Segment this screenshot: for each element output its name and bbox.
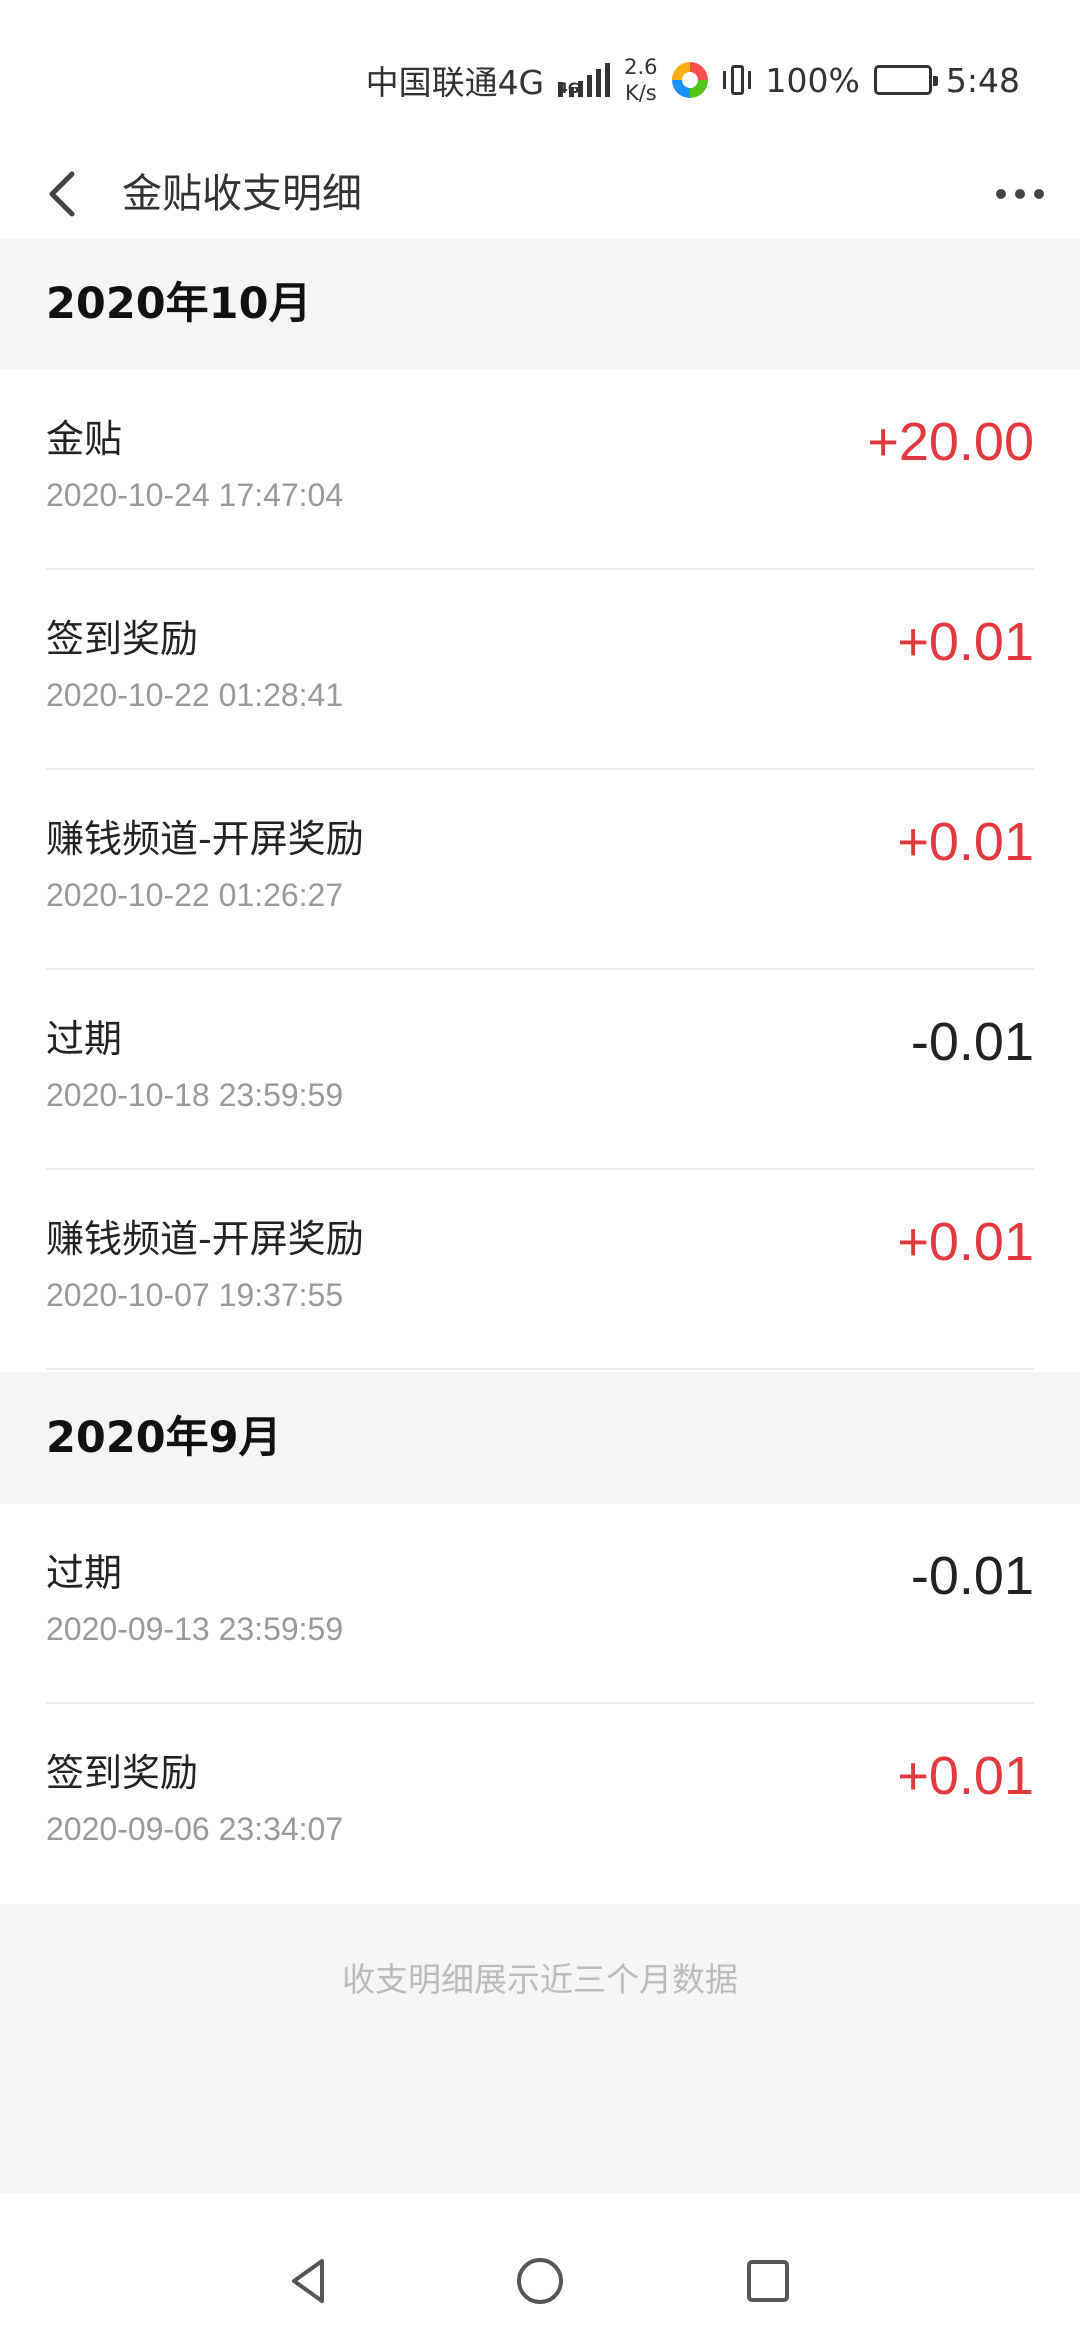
app-header: 金贴收支明细 [0,150,1080,238]
record-amount: +0.01 [897,1746,1034,1806]
record-amount: +20.00 [867,412,1034,472]
nav-recent-button[interactable] [730,2248,806,2314]
network-badge: 4G [558,82,579,97]
nav-home-icon [517,2258,563,2304]
month-label: 2020年9月 [46,1413,282,1463]
month-header: 2020年9月 [0,1372,1080,1504]
net-speed-unit: K/s [624,81,657,105]
clock: 5:48 [945,60,1020,100]
battery-icon [873,65,938,95]
record-row[interactable]: 签到奖励 2020-09-06 23:34:07 +0.01 [0,1704,1080,1904]
app-icon [671,62,708,98]
record-title: 金贴 [46,417,123,461]
signal-icon: 4G [558,63,611,97]
record-title: 过期 [46,1551,123,1595]
record-row[interactable]: 金贴 2020-10-24 17:47:04 +20.00 [0,370,1080,570]
page: 中国联通4G 4G 2.6 K/s 100% 5:48 金贴收支明细 [0,0,1080,2340]
nav-home-button[interactable] [502,2248,578,2314]
record-time: 2020-10-22 01:26:27 [46,877,344,913]
footer-area: 收支明细展示近三个月数据 [0,1904,1080,2194]
record-amount: +0.01 [897,612,1034,672]
status-right: 中国联通4G 4G 2.6 K/s 100% 5:48 [366,52,1020,108]
page-title: 金贴收支明细 [122,171,362,217]
nav-back-button[interactable] [272,2248,348,2314]
record-time: 2020-10-22 01:28:41 [46,677,344,713]
record-title: 赚钱频道-开屏奖励 [46,817,364,861]
more-dot [1015,189,1025,199]
record-amount: -0.01 [910,1546,1034,1606]
footer-note: 收支明细展示近三个月数据 [342,1960,738,1999]
record-amount: +0.01 [897,1212,1034,1272]
nav-recent-icon [747,2260,789,2302]
record-title: 签到奖励 [46,617,199,661]
nav-back-icon [292,2259,324,2303]
record-time: 2020-10-24 17:47:04 [46,477,344,513]
record-amount: -0.01 [910,1012,1034,1072]
status-bar: 中国联通4G 4G 2.6 K/s 100% 5:48 [0,0,1080,150]
more-dot [1034,189,1044,199]
record-row[interactable]: 赚钱频道-开屏奖励 2020-10-07 19:37:55 +0.01 [0,1170,1080,1370]
month-header: 2020年10月 [0,238,1080,370]
row-divider [46,1368,1034,1370]
net-speed: 2.6 K/s [624,54,657,106]
record-time: 2020-10-18 23:59:59 [46,1077,344,1113]
battery-percent: 100% [765,60,860,100]
vibrate-icon [722,63,752,97]
record-amount: +0.01 [897,812,1034,872]
record-row[interactable]: 签到奖励 2020-10-22 01:28:41 +0.01 [0,570,1080,770]
month-label: 2020年10月 [46,279,312,329]
record-time: 2020-10-07 19:37:55 [46,1277,344,1313]
chevron-left-icon [49,171,75,217]
record-row[interactable]: 过期 2020-09-13 23:59:59 -0.01 [0,1504,1080,1704]
back-button[interactable] [24,156,100,232]
system-nav-bar [0,2222,1080,2340]
more-dot [996,189,1006,199]
carrier-label: 中国联通4G [365,63,545,102]
record-time: 2020-09-06 23:34:07 [46,1811,344,1847]
record-title: 签到奖励 [46,1751,199,1795]
record-time: 2020-09-13 23:59:59 [46,1611,344,1647]
record-title: 过期 [46,1017,123,1061]
record-row[interactable]: 过期 2020-10-18 23:59:59 -0.01 [0,970,1080,1170]
record-row[interactable]: 赚钱频道-开屏奖励 2020-10-22 01:26:27 +0.01 [0,770,1080,970]
record-title: 赚钱频道-开屏奖励 [46,1217,364,1261]
more-button[interactable] [984,166,1056,222]
net-speed-value: 2.6 [624,55,658,79]
